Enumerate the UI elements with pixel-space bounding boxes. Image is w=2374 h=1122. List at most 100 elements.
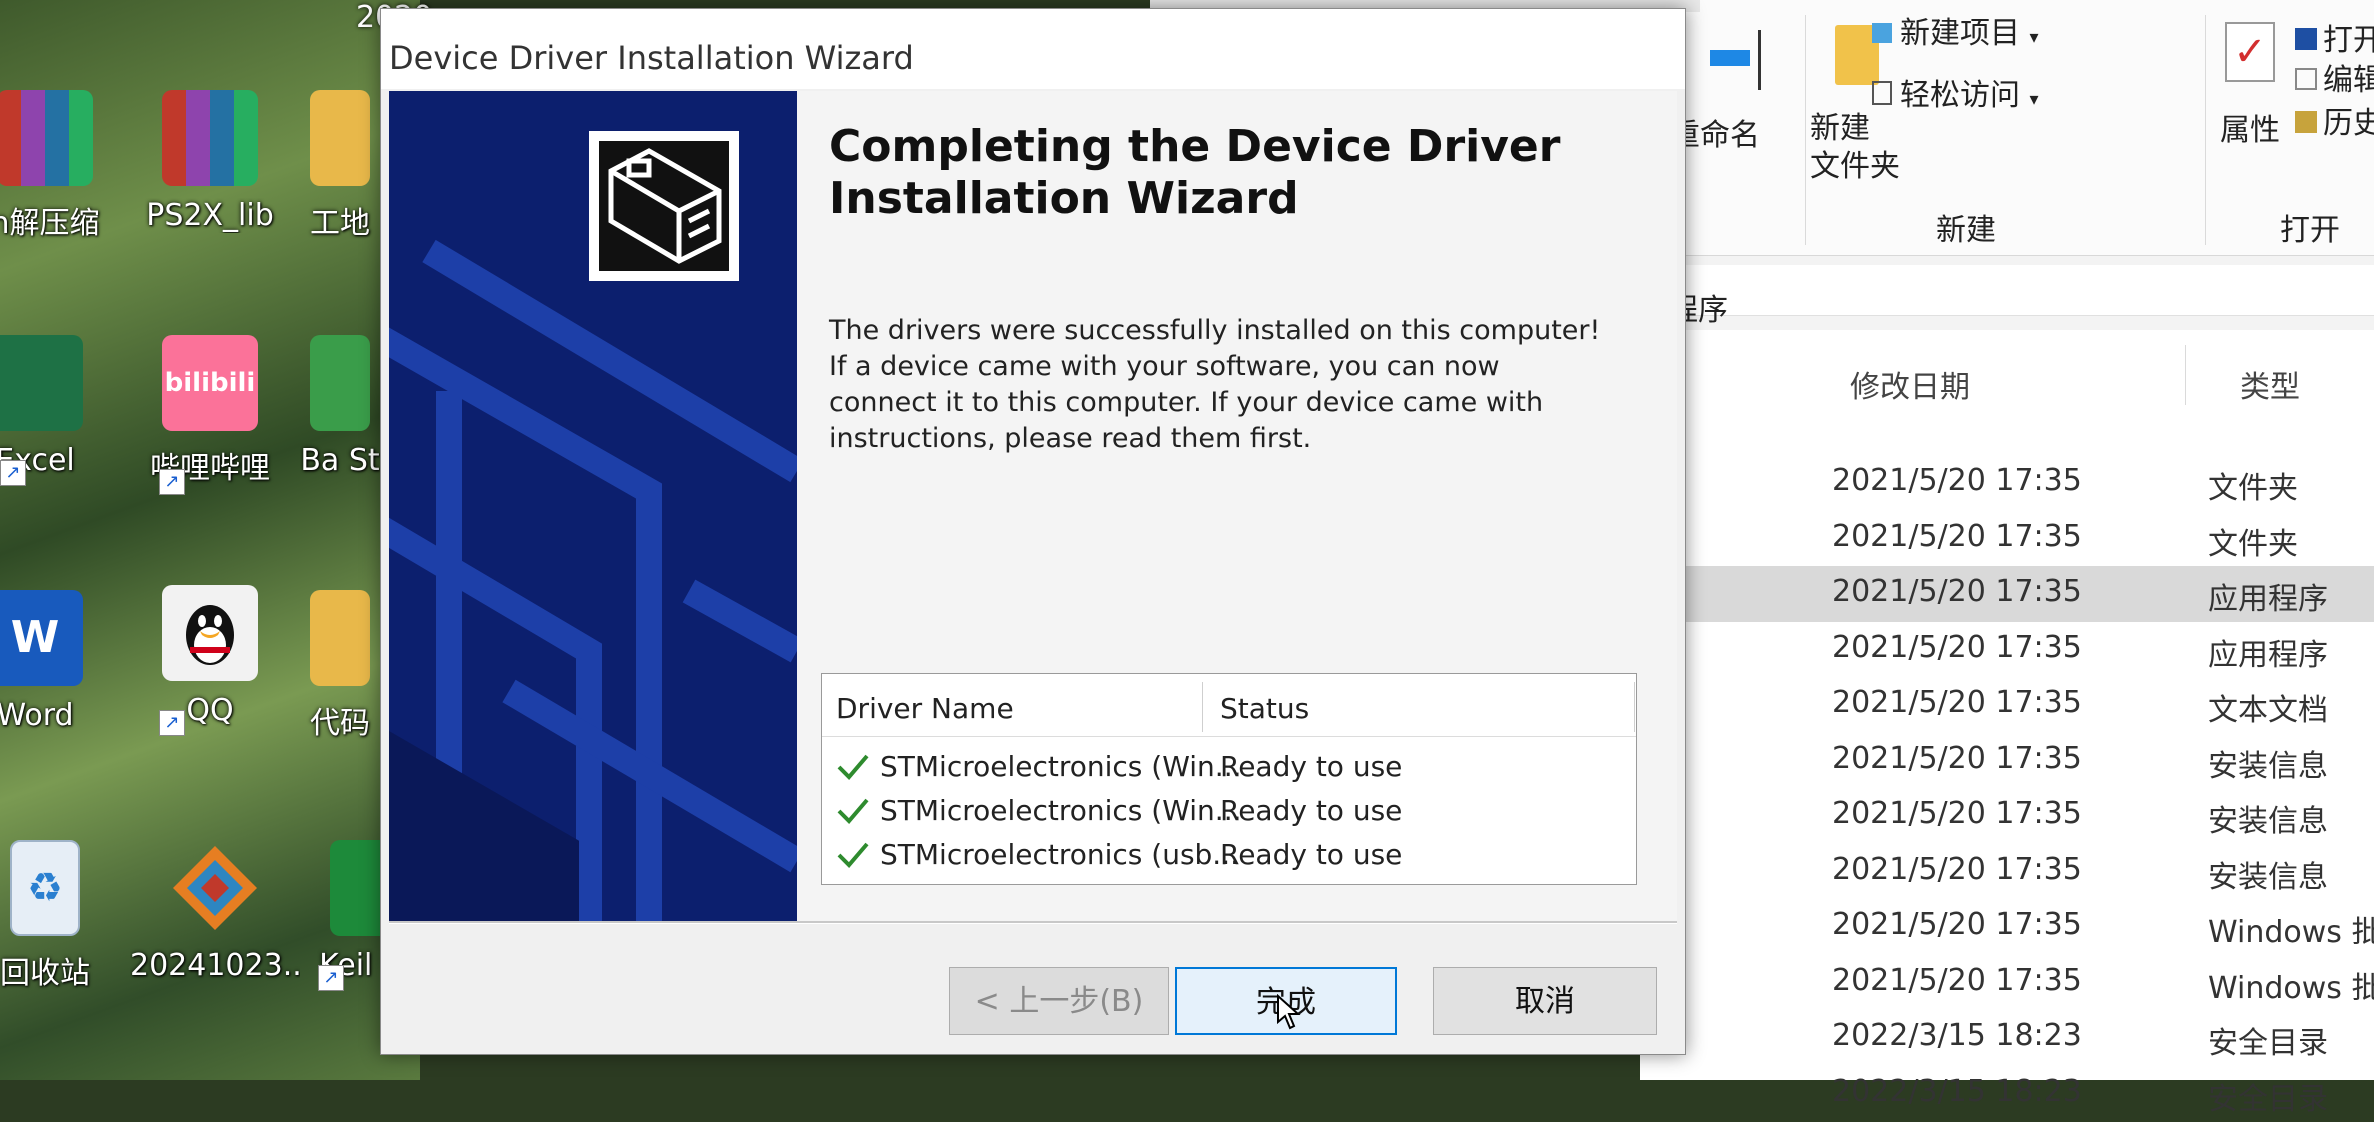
file-row[interactable]: 2021/5/20 17:35 安装信息 bbox=[1640, 733, 2374, 789]
table-row[interactable]: STMicroelectronics (Win... Ready to use bbox=[822, 746, 1636, 790]
wizard-heading: Completing the Device Driver Installatio… bbox=[829, 121, 1561, 224]
chevron-down-icon: ▾ bbox=[2029, 89, 2039, 110]
edit-icon bbox=[2295, 68, 2317, 90]
title-bar[interactable]: Device Driver Installation Wizard bbox=[381, 9, 1685, 89]
file-type: 安装信息 bbox=[2208, 804, 2328, 839]
easy-access-button[interactable]: 轻松访问 ▾ bbox=[1872, 70, 2039, 114]
address-bar[interactable]: 程序 bbox=[1640, 265, 2374, 328]
file-modified-date: 2021/5/20 17:35 bbox=[1832, 740, 2082, 776]
file-type: 安全目录 bbox=[2208, 1081, 2328, 1117]
new-item-icon bbox=[1872, 23, 1892, 43]
desktop-icon-folder-2[interactable]: 代码 bbox=[300, 590, 380, 742]
file-row[interactable]: 2021/5/20 17:35 安装信息 bbox=[1640, 788, 2374, 844]
button-area-divider bbox=[389, 921, 1677, 924]
driver-wizard-dialog: Device Driver Installation Wizard Comple… bbox=[380, 8, 1686, 1055]
wizard-banner bbox=[389, 91, 797, 921]
shortcut-arrow-icon: ↗ bbox=[159, 710, 185, 736]
open-icon bbox=[2295, 28, 2317, 50]
driver-status-table: Driver Name Status STMicroelectronics (W… bbox=[821, 673, 1637, 885]
column-separator bbox=[2185, 345, 2186, 405]
file-type: 安装信息 bbox=[2208, 748, 2328, 784]
easy-access-icon bbox=[1872, 81, 1892, 105]
shortcut-arrow-icon: ↗ bbox=[0, 460, 26, 486]
check-icon bbox=[837, 754, 869, 780]
desktop-icon-label: 回收站 bbox=[0, 956, 90, 991]
desktop-icon-winrar-2[interactable]: PS2X_lib bbox=[135, 90, 285, 233]
file-modified-date: 2021/5/20 17:35 bbox=[1832, 629, 2082, 665]
column-header-type[interactable]: 类型 bbox=[2240, 362, 2300, 406]
column-separator bbox=[1634, 682, 1635, 732]
folder-icon bbox=[310, 90, 370, 186]
properties-button[interactable]: 属性 bbox=[2220, 105, 2280, 149]
driver-name: STMicroelectronics (Win... bbox=[880, 750, 1242, 783]
file-modified-date: 2021/5/20 17:35 bbox=[1832, 907, 2082, 942]
desktop: 2020 n解压缩 PS2X_lib 工地 Excel ↗ bilibili 哔… bbox=[0, 0, 432, 1080]
file-type: Windows 批 bbox=[2208, 970, 2374, 1006]
desktop-icon-recycle-bin[interactable]: ♻ 回收站 bbox=[0, 840, 120, 992]
file-type: Windows 批 bbox=[2208, 915, 2374, 950]
file-row[interactable]: 2021/5/20 17:35 文件夹 bbox=[1640, 455, 2374, 511]
driver-status: Ready to use bbox=[1220, 794, 1403, 827]
file-modified-date: 2022/3/15 18:23 bbox=[1832, 1073, 2082, 1109]
desktop-icon-winrar-1[interactable]: n解压缩 bbox=[0, 90, 120, 242]
column-header-driver-name[interactable]: Driver Name bbox=[836, 692, 1014, 725]
desktop-icon-vscode[interactable]: 20241023... bbox=[130, 840, 300, 983]
properties-icon: ✓ bbox=[2225, 22, 2275, 82]
file-row[interactable]: 2021/5/20 17:35 文件夹 bbox=[1640, 511, 2374, 567]
open-button[interactable]: 打开 bbox=[2295, 15, 2374, 59]
column-separator bbox=[1202, 682, 1203, 732]
wizard-content: Completing the Device Driver Installatio… bbox=[797, 91, 1677, 921]
desktop-icon-label: 20241023... bbox=[130, 948, 300, 983]
app-icon bbox=[310, 335, 370, 431]
file-row[interactable]: 2021/5/20 17:35 文本文档 bbox=[1640, 677, 2374, 733]
qq-penguin-icon bbox=[162, 585, 258, 681]
file-row[interactable]: 2021/5/20 17:35 应用程序 bbox=[1640, 622, 2374, 678]
desktop-icon-folder-1[interactable]: 工地 bbox=[300, 90, 380, 242]
history-icon bbox=[2295, 111, 2317, 133]
edit-button[interactable]: 编辑 bbox=[2295, 55, 2374, 99]
driver-status: Ready to use bbox=[1220, 838, 1403, 871]
column-header-status[interactable]: Status bbox=[1220, 692, 1309, 725]
winrar-icon bbox=[0, 90, 93, 186]
vscode-icon bbox=[167, 840, 263, 936]
header-divider bbox=[822, 736, 1636, 737]
cancel-button[interactable]: 取消 bbox=[1433, 967, 1657, 1035]
file-row[interactable]: 2021/5/20 17:35 Windows 批 bbox=[1640, 955, 2374, 1011]
history-label: 历史 bbox=[2323, 106, 2374, 141]
check-icon bbox=[837, 842, 869, 868]
table-row[interactable]: STMicroelectronics (Win... Ready to use bbox=[822, 790, 1636, 834]
desktop-icon-bilibili[interactable]: bilibili 哔哩哔哩 ↗ bbox=[135, 335, 285, 495]
new-item-button[interactable]: 新建项目 ▾ bbox=[1872, 8, 2039, 52]
new-folder-button[interactable]: 新建 文件夹 bbox=[1810, 110, 1900, 186]
folder-icon bbox=[310, 590, 370, 686]
desktop-icon-app[interactable]: Ba St bbox=[300, 335, 380, 478]
back-button[interactable]: < 上一步(B) bbox=[949, 967, 1169, 1035]
desktop-icon-qq[interactable]: QQ ↗ bbox=[135, 585, 285, 736]
file-row[interactable]: 2021/5/20 17:35 Windows 批 bbox=[1640, 899, 2374, 955]
file-type: 安全目录 bbox=[2208, 1026, 2328, 1061]
easy-access-label: 轻松访问 bbox=[1900, 78, 2020, 113]
column-header-date[interactable]: 修改日期 bbox=[1850, 362, 1970, 406]
file-type: 安装信息 bbox=[2208, 859, 2328, 895]
history-button[interactable]: 历史 bbox=[2295, 98, 2374, 142]
open-label: 打开 bbox=[2323, 23, 2374, 58]
ribbon-separator bbox=[1805, 15, 1806, 245]
desktop-icon-word[interactable]: W Word bbox=[0, 590, 110, 733]
driver-name: STMicroelectronics (Win... bbox=[880, 794, 1242, 827]
table-row[interactable]: STMicroelectronics (usb... Ready to use bbox=[822, 834, 1636, 878]
file-row[interactable]: 2021/5/20 17:35 安装信息 bbox=[1640, 844, 2374, 900]
file-row[interactable]: 2022/3/15 18:23 安全目录 bbox=[1640, 1010, 2374, 1066]
file-modified-date: 2021/5/20 17:35 bbox=[1832, 518, 2082, 554]
file-row[interactable]: 2021/5/20 17:35 应用程序 bbox=[1640, 566, 2374, 622]
edit-label: 编辑 bbox=[2323, 63, 2374, 98]
shortcut-arrow-icon: ↗ bbox=[159, 469, 185, 495]
file-modified-date: 2021/5/20 17:35 bbox=[1832, 851, 2082, 887]
file-row[interactable]: 2022/3/15 18:23 安全目录 bbox=[1640, 1066, 2374, 1122]
winrar-icon bbox=[162, 90, 258, 186]
file-type: 文件夹 bbox=[2208, 526, 2298, 562]
file-modified-date: 2021/5/20 17:35 bbox=[1832, 796, 2082, 831]
desktop-icon-excel[interactable]: Excel ↗ bbox=[0, 335, 110, 486]
desktop-icon-label: n解压缩 bbox=[0, 206, 100, 241]
desktop-icon-label: 工地 bbox=[310, 206, 370, 241]
shortcut-arrow-icon: ↗ bbox=[318, 965, 344, 991]
